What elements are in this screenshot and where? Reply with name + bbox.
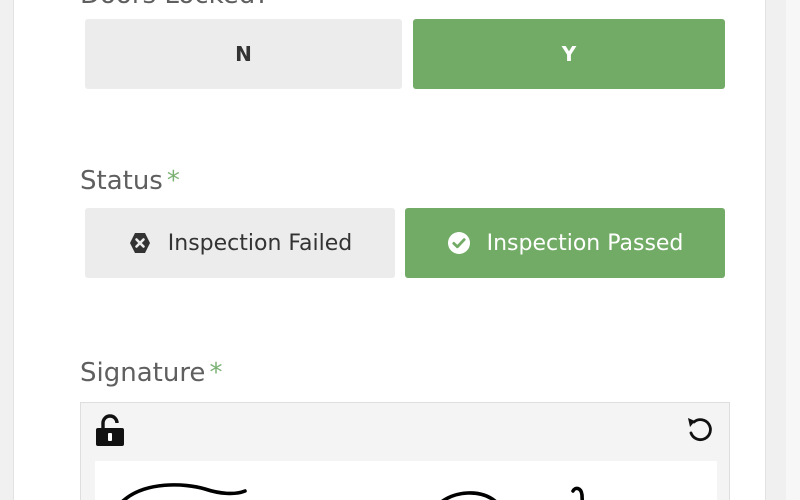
unlock-icon[interactable] xyxy=(94,413,128,447)
status-required-mark: * xyxy=(166,166,180,196)
doors-locked-label: Doors Locked? xyxy=(80,0,269,10)
signature-canvas[interactable] xyxy=(95,461,717,500)
signature-label: Signature * xyxy=(80,358,222,388)
signature-required-mark: * xyxy=(209,358,223,388)
doors-locked-n-button[interactable]: N xyxy=(85,19,402,89)
doors-locked-y-label: Y xyxy=(561,42,577,66)
doors-locked-y-button[interactable]: Y xyxy=(413,19,725,89)
times-hexagon-icon xyxy=(128,231,152,255)
inspection-passed-label: Inspection Passed xyxy=(486,230,684,256)
inspection-failed-label: Inspection Failed xyxy=(167,230,353,256)
undo-icon[interactable] xyxy=(683,413,717,447)
status-label: Status * xyxy=(80,166,180,196)
signature-label-text: Signature xyxy=(80,358,206,388)
scrollbar-track[interactable] xyxy=(786,0,800,500)
inspection-passed-button[interactable]: Inspection Passed xyxy=(405,208,725,278)
form-page: Doors Locked? N Y Status* Inspection Fai… xyxy=(0,0,800,500)
inspection-failed-button[interactable]: Inspection Failed xyxy=(85,208,395,278)
doors-locked-n-label: N xyxy=(235,42,252,66)
check-circle-icon xyxy=(447,231,471,255)
signature-pad xyxy=(80,402,730,500)
status-label-text: Status xyxy=(80,166,163,196)
